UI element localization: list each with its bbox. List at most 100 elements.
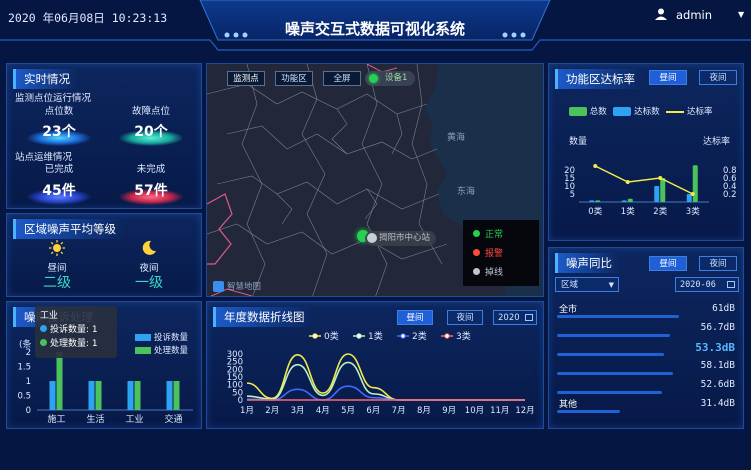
bar-total: [627, 198, 633, 202]
yoy-row-bar: [557, 372, 673, 375]
tab-function-zone[interactable]: 功能区: [275, 71, 313, 86]
y-tick-label: 1: [26, 377, 31, 387]
tooltip-title: 工业: [40, 311, 59, 321]
rate-point: [658, 176, 663, 180]
y-tick-label: 0.5: [17, 392, 31, 402]
yoy-night-button[interactable]: 夜间: [699, 256, 737, 271]
night-value: 一级: [135, 275, 163, 291]
sea-label-east: 东海: [457, 187, 476, 197]
yoy-row-value: 31.4dB: [700, 398, 735, 409]
bar-complaints: [49, 381, 56, 410]
month-value: 2020-06: [680, 280, 716, 290]
bar-ok: [589, 200, 595, 202]
x-tick-label: 4月: [316, 406, 330, 416]
bar-ok: [686, 194, 692, 202]
region-level-panel: 区域噪声平均等级 昼间 夜间 二级 一级: [6, 213, 202, 297]
yoy-day-button[interactable]: 昼间: [649, 256, 687, 271]
sun-icon: [49, 240, 65, 256]
chevron-down-icon[interactable]: ▼: [738, 10, 744, 19]
bar-handled: [173, 381, 180, 410]
fault-label: 故障点位: [131, 106, 170, 117]
yoy-row-bar: [557, 353, 664, 356]
realtime-title: 实时情况: [13, 69, 78, 89]
legend-marker: [400, 333, 406, 339]
yoy-row-name: 全市: [559, 305, 578, 315]
device-label: 设备1: [385, 73, 408, 83]
tab-fullscreen[interactable]: 全屏: [323, 71, 361, 86]
done-value: 45件: [42, 183, 76, 199]
bar-total: [692, 165, 698, 202]
x-tick-label: 9月: [442, 406, 456, 416]
legend-normal: 正常: [473, 226, 539, 245]
x-tick-label: 工业: [125, 414, 143, 425]
moon-icon: [141, 240, 157, 256]
bar-handled: [134, 381, 141, 410]
legend-label: 3类: [456, 330, 471, 342]
yoy-row-name: 其他: [559, 400, 578, 410]
legend-alarm: 报警: [473, 245, 539, 264]
tooltip-complaints-text: 投诉数量: 1: [50, 325, 98, 335]
bar-handled: [56, 352, 63, 410]
series-line-0: [246, 353, 525, 401]
user-icon[interactable]: [655, 8, 667, 20]
x-tick-label: 2类: [653, 206, 667, 217]
bar-complaints: [88, 381, 95, 410]
map-legend: 正常 报警 掉线: [463, 220, 539, 286]
bar-ok: [654, 186, 660, 202]
tooltip-handled-text: 处理数量: 1: [50, 339, 98, 349]
map-logo-icon: [213, 281, 224, 292]
rate-point: [593, 164, 598, 168]
complaints-panel: 噪声投诉处理 (条 投诉数量 处理数量 21.510.50施工生活工业交通 工业…: [6, 301, 202, 429]
y-tick-label: 2: [26, 348, 31, 358]
station-popup-dot: [367, 233, 377, 243]
compliance-panel: 功能区达标率 昼间 夜间 总数 达标数 达标率 数量 达标率 20 15 10 5 0.…: [548, 63, 744, 241]
region-select[interactable]: 区域 ▼: [555, 277, 619, 292]
x-tick-label: 生活: [86, 413, 104, 425]
month-picker[interactable]: 2020-06: [675, 277, 739, 292]
yoy-title: 噪声同比: [555, 253, 620, 273]
legend-offline-dot: [473, 268, 480, 275]
yoy-row-value: 53.3dB: [695, 341, 735, 354]
x-tick-label: 2月: [265, 406, 279, 416]
device-marker[interactable]: 设备1: [365, 71, 416, 86]
datetime: 2020 年06月08日 10:23:13: [8, 11, 168, 25]
tooltip-dot-complaints: [40, 325, 47, 332]
yoy-row-value: 56.7dB: [700, 322, 735, 333]
user-name[interactable]: admin: [676, 8, 712, 22]
legend-normal-dot: [473, 230, 480, 237]
y2-tick-label: 0.2: [723, 190, 737, 200]
tooltip-handled: 处理数量: 1: [40, 337, 112, 351]
tab-monitor-points[interactable]: 监测点: [227, 71, 265, 86]
yoy-row-bar: [557, 315, 679, 318]
chevron-down-icon: ▼: [608, 281, 614, 289]
x-tick-label: 0类: [588, 206, 602, 217]
legend-label: 1类: [368, 330, 383, 342]
legend-marker: [312, 333, 318, 339]
x-tick-label: 1类: [621, 206, 635, 217]
device-status-dot: [369, 74, 378, 83]
legend-marker: [356, 333, 362, 339]
bar-complaints: [166, 381, 173, 410]
annual-panel: 年度数据折线图 昼间 夜间 2020 0类 1类 2类 3类 300 250 200 150 1…: [206, 301, 544, 429]
yoy-row-bar: [557, 391, 662, 394]
legend-offline: 掉线: [473, 264, 539, 283]
x-tick-label: 8月: [417, 406, 431, 416]
undone-value: 57件: [134, 183, 168, 199]
rate-point: [690, 192, 695, 196]
day-value: 二级: [43, 275, 71, 291]
x-tick-label: 10月: [465, 406, 484, 416]
x-tick-label: 7月: [392, 406, 406, 416]
y-tick-label: 0: [26, 406, 31, 416]
legend-normal-label: 正常: [485, 230, 504, 240]
rate-line: [594, 165, 694, 195]
tooltip-dot-handled: [40, 339, 47, 346]
region-select-value: 区域: [561, 280, 579, 290]
station-popup: 揭阳市中心站: [365, 231, 437, 246]
points-label: 点位数: [44, 106, 74, 117]
yoy-row-value: 52.6dB: [700, 379, 735, 390]
done-label: 已完成: [44, 164, 74, 175]
map-logo: 智慧地图: [213, 280, 261, 292]
yoy-panel: 噪声同比 昼间 夜间 区域 ▼ 2020-06 全市 61dB 56.7dB 53.3…: [548, 247, 744, 429]
points-value: 23个: [42, 124, 76, 140]
x-tick-label: 5月: [341, 406, 355, 416]
